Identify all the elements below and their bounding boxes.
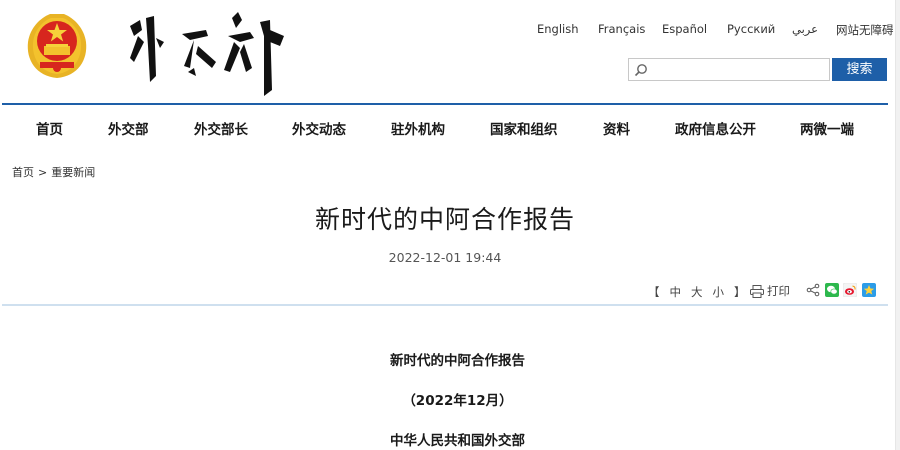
nav-item-minister[interactable]: 外交部长 bbox=[194, 118, 248, 138]
wechat-icon[interactable] bbox=[824, 282, 839, 297]
article-body-title: 新时代的中阿合作报告 bbox=[390, 353, 525, 369]
nav-item-countries[interactable]: 国家和组织 bbox=[490, 118, 558, 138]
bracket-close: 】 bbox=[734, 285, 746, 299]
print-label: 打印 bbox=[767, 284, 790, 298]
national-emblem-icon[interactable] bbox=[22, 8, 92, 82]
header-divider bbox=[2, 304, 888, 306]
printer-icon bbox=[750, 285, 764, 298]
page-scrollbar[interactable] bbox=[895, 0, 900, 450]
lang-english-link[interactable]: English bbox=[537, 22, 579, 36]
nav-item-gov-info[interactable]: 政府信息公开 bbox=[675, 118, 756, 138]
nav-item-missions[interactable]: 驻外机构 bbox=[391, 118, 445, 138]
lang-spanish-link[interactable]: Español bbox=[662, 22, 707, 36]
search-button[interactable]: 搜索 bbox=[832, 58, 887, 81]
share-icon[interactable] bbox=[806, 283, 820, 297]
nav-item-activities[interactable]: 外交动态 bbox=[292, 118, 346, 138]
share-group bbox=[806, 282, 877, 297]
font-size-small-button[interactable]: 小 bbox=[713, 285, 725, 299]
font-size-medium-button[interactable]: 中 bbox=[670, 285, 682, 299]
article-body-date: （2022年12月） bbox=[402, 393, 513, 409]
site-header: English Français Español Русский عربي 网站… bbox=[0, 0, 900, 104]
breadcrumb-separator: > bbox=[38, 166, 48, 179]
main-nav: 首页 外交部 外交部长 外交动态 驻外机构 国家和组织 资料 政府信息公开 两微… bbox=[0, 106, 900, 146]
nav-item-ministry[interactable]: 外交部 bbox=[108, 118, 149, 138]
lang-russian-link[interactable]: Русский bbox=[727, 22, 775, 36]
article-body-author: 中华人民共和国外交部 bbox=[390, 433, 525, 449]
lang-french-link[interactable]: Français bbox=[598, 22, 645, 36]
nav-top-border bbox=[2, 103, 888, 105]
font-size-large-button[interactable]: 大 bbox=[691, 285, 703, 299]
print-button[interactable]: 打印 bbox=[750, 283, 790, 299]
bracket-open: 【 bbox=[648, 285, 660, 299]
font-size-control: 【中大小】 bbox=[648, 284, 756, 300]
breadcrumb: 首页 > 重要新闻 bbox=[12, 164, 95, 180]
breadcrumb-current-link[interactable]: 重要新闻 bbox=[51, 166, 95, 179]
nav-item-home[interactable]: 首页 bbox=[36, 118, 63, 138]
ministry-calligraphy-logo[interactable] bbox=[120, 6, 290, 98]
qzone-icon[interactable] bbox=[861, 282, 876, 297]
weibo-icon[interactable] bbox=[843, 282, 858, 297]
search-input[interactable] bbox=[651, 60, 826, 79]
breadcrumb-home-link[interactable]: 首页 bbox=[12, 166, 34, 179]
lang-arabic-link[interactable]: عربي bbox=[792, 22, 818, 36]
article-toolbar: 【中大小】 打印 bbox=[0, 282, 900, 300]
page-title: 新时代的中阿合作报告 bbox=[314, 205, 575, 234]
nav-item-resources[interactable]: 资料 bbox=[603, 118, 630, 138]
language-bar: English Français Español Русский عربي 网站… bbox=[0, 22, 900, 38]
search-box bbox=[628, 58, 830, 81]
nav-item-social[interactable]: 两微一端 bbox=[800, 118, 854, 138]
publish-date: 2022-12-01 19:44 bbox=[388, 250, 502, 265]
accessibility-link[interactable]: 网站无障碍 bbox=[836, 22, 894, 38]
search-icon bbox=[634, 64, 647, 77]
